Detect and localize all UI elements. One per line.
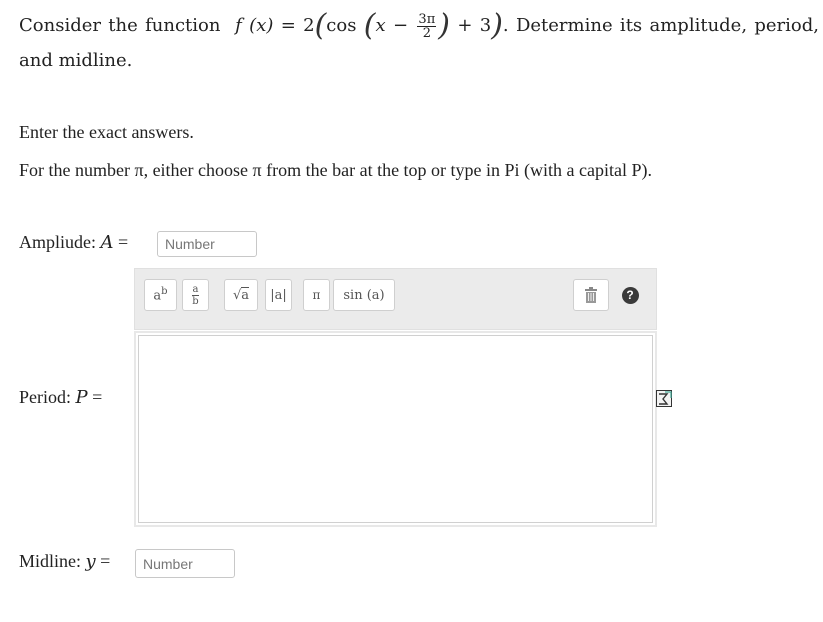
math-toolbar: ab a b √a |a| π sin (a) ? [134, 268, 657, 330]
period-label: Period: P = [19, 387, 103, 408]
help-icon: ? [621, 286, 639, 304]
midline-input[interactable] [135, 549, 235, 578]
power-button[interactable]: ab [144, 279, 177, 311]
pi-button[interactable]: π [303, 279, 330, 311]
instruction-exact: Enter the exact answers. [19, 122, 194, 142]
trash-icon [585, 287, 597, 303]
midline-label: Midline: y = [19, 551, 111, 572]
fraction-button[interactable]: a b [182, 279, 209, 311]
function-expression: f (x) = 2(cos (x − 3π 2) + 3) [235, 8, 503, 43]
amplitude-label: Ampliude: A = [19, 232, 129, 253]
help-button[interactable]: ? [614, 279, 646, 311]
amplitude-input[interactable] [157, 231, 257, 257]
problem-intro: Consider the function [19, 15, 221, 36]
trash-button[interactable] [573, 279, 609, 311]
editor-input-area[interactable] [138, 335, 653, 523]
instruction-pi: For the number π, either choose π from t… [19, 160, 653, 180]
period-equation-editor[interactable] [134, 331, 657, 527]
equation-editor-icon[interactable] [656, 390, 672, 411]
sqrt-button[interactable]: √a [224, 279, 258, 311]
problem-statement: Consider the function f (x) = 2(cos (x −… [19, 8, 819, 78]
absolute-value-button[interactable]: |a| [265, 279, 292, 311]
sin-button[interactable]: sin (a) [333, 279, 395, 311]
